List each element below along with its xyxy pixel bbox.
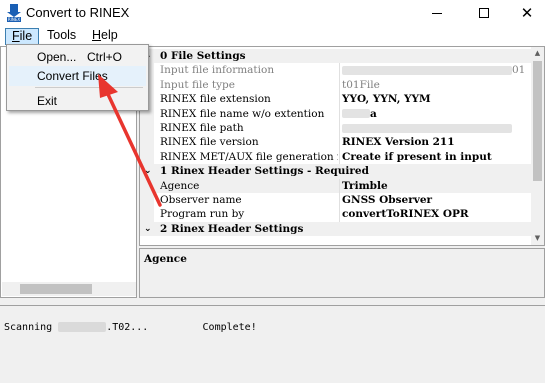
menu-tools[interactable]: Tools [41, 28, 82, 45]
category-rinex-header[interactable]: ⌄ 2 Rinex Header Settings [140, 221, 532, 237]
property-value-tail: a [370, 107, 377, 120]
minimize-icon [432, 12, 442, 14]
property-value: RINEX Version 211 [339, 135, 529, 150]
menu-open-label: Open... [37, 50, 77, 64]
collapse-icon[interactable]: ⌄ [144, 164, 152, 178]
property-name: RINEX MET/AUX file generation rule [160, 150, 338, 163]
property-name: RINEX file extension [160, 93, 271, 106]
category-rinex-header-required[interactable]: ⌄ 1 Rinex Header Settings - Required [140, 164, 532, 179]
property-row[interactable]: RINEX file extension YYO, YYN, YYM [140, 92, 532, 107]
app-icon-tag: RINEX [7, 17, 21, 22]
property-grid[interactable]: ⌄ 0 File Settings Input file information… [139, 46, 545, 246]
property-name: RINEX file name w/o extention [160, 107, 325, 120]
log-suffix: .T02... [106, 322, 149, 333]
tree-horizontal-scrollbar[interactable] [2, 282, 136, 296]
menu-file[interactable]: File [5, 28, 40, 45]
property-name: Observer name [160, 194, 242, 206]
property-name: RINEX file version [160, 136, 259, 149]
collapse-icon[interactable]: ⌄ [144, 222, 152, 236]
menu-separator [35, 87, 143, 88]
property-value [339, 121, 529, 136]
close-icon: ✕ [520, 4, 534, 22]
property-row[interactable]: Input file type t01File [140, 77, 532, 93]
log-prefix: Scanning [4, 322, 59, 333]
maximize-icon [479, 8, 489, 18]
tree-scroll-thumb[interactable] [20, 284, 92, 294]
menu-file-label: ile [19, 29, 33, 43]
property-row[interactable]: RINEX file version RINEX Version 211 [140, 135, 532, 150]
property-description-panel: Agence [139, 248, 545, 298]
property-name: RINEX file path [160, 122, 244, 134]
property-row-selected[interactable]: Agence Trimble [140, 178, 532, 193]
property-value: GNSS Observer [339, 193, 529, 208]
menu-help-mnemonic: H [92, 28, 102, 42]
property-value: a [339, 106, 529, 121]
log-output-panel[interactable]: Scanning .T02... Complete! [0, 305, 545, 383]
menu-help[interactable]: Help [86, 28, 124, 45]
category-label: 0 File Settings [160, 50, 246, 62]
rinex-app-icon: RINEX [7, 4, 21, 22]
property-value: 01 [339, 63, 529, 78]
property-row[interactable]: Program run by convertToRINEX OPR [140, 207, 532, 222]
property-value-tail: 01 [512, 64, 526, 77]
category-label: 1 Rinex Header Settings - Required [160, 165, 369, 178]
property-row[interactable]: Observer name GNSS Observer [140, 193, 532, 208]
menu-convert-files-item[interactable]: Convert Files [9, 66, 146, 86]
property-scroll-thumb[interactable] [533, 61, 542, 181]
maximize-button[interactable] [462, 0, 506, 26]
property-value: convertToRINEX OPR [339, 207, 529, 222]
close-button[interactable]: ✕ [505, 0, 545, 26]
log-status: Complete! [202, 322, 257, 333]
property-name: Agence [160, 179, 200, 192]
title-bar: RINEX Convert to RINEX ✕ [0, 0, 545, 26]
menu-exit-item[interactable]: Exit [9, 91, 146, 111]
category-file-settings[interactable]: ⌄ 0 File Settings [140, 49, 532, 64]
menu-bar: File Tools Help [0, 26, 545, 46]
property-row[interactable]: RINEX file name w/o extention a [140, 106, 532, 121]
property-row[interactable]: RINEX MET/AUX file generation rule Creat… [140, 149, 532, 165]
menu-exit-label: Exit [37, 94, 58, 108]
property-name: Input file type [160, 78, 235, 91]
menu-open-item[interactable]: Open... Ctrl+O [9, 47, 146, 67]
property-row[interactable]: RINEX file path [140, 121, 532, 136]
menu-open-shortcut: Ctrl+O [87, 50, 123, 64]
scroll-up-icon[interactable]: ▲ [531, 47, 544, 60]
minimize-button[interactable] [415, 0, 459, 26]
redacted-block [342, 65, 512, 75]
file-menu-dropdown: Open... Ctrl+O Convert Files Exit [6, 44, 149, 111]
category-label: 2 Rinex Header Settings [160, 222, 304, 235]
description-title: Agence [144, 253, 187, 265]
scroll-down-icon[interactable]: ▼ [531, 232, 544, 245]
property-value: t01File [339, 77, 529, 93]
property-value: Trimble [339, 178, 529, 193]
redacted-block [342, 109, 370, 119]
redacted-block [342, 123, 512, 133]
property-row[interactable]: Input file information 01 [140, 63, 532, 78]
menu-convert-files-label: Convert Files [37, 69, 108, 83]
property-value: YYO, YYN, YYM [339, 92, 529, 107]
property-name: Program run by [160, 208, 245, 221]
menu-help-label: elp [101, 28, 118, 42]
property-vertical-scrollbar[interactable]: ▲ ▼ [531, 47, 544, 245]
redacted-block [58, 322, 107, 332]
window-title: Convert to RINEX [26, 5, 130, 20]
log-line: Scanning .T02... Complete! [4, 322, 257, 333]
property-value: Create if present in input [339, 149, 529, 165]
menu-file-mnemonic: F [12, 29, 20, 43]
property-name: Input file information [160, 64, 275, 77]
